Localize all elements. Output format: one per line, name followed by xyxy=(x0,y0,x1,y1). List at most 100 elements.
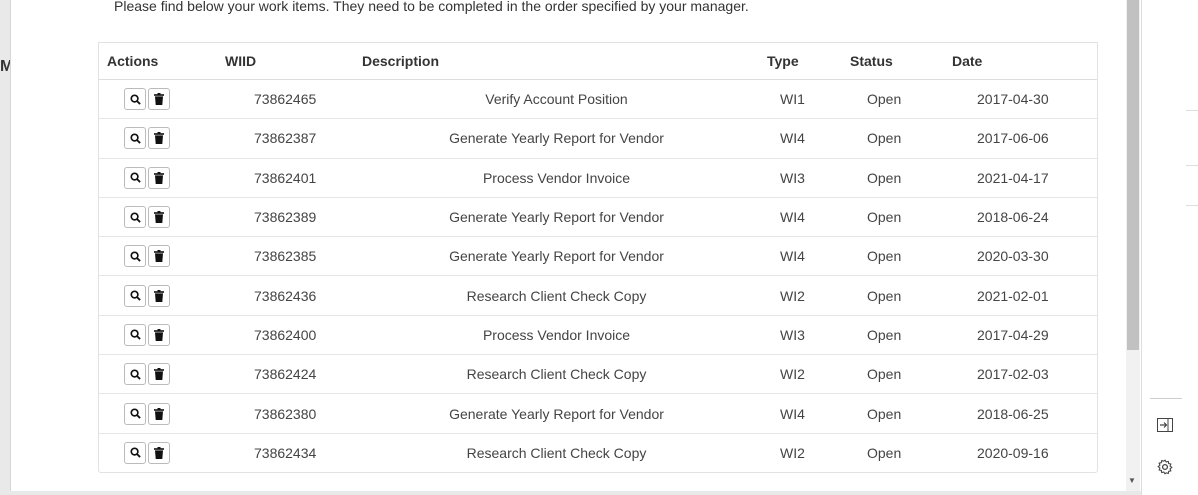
cell-description: Generate Yearly Report for Vendor xyxy=(354,196,759,237)
delete-button[interactable] xyxy=(148,206,170,229)
search-icon xyxy=(129,369,141,380)
cell-description: Generate Yearly Report for Vendor xyxy=(354,236,759,276)
cell-wiid: 73862434 xyxy=(217,432,354,472)
view-button[interactable] xyxy=(124,166,146,189)
work-items-table: Actions WIID Description Type Status Dat… xyxy=(99,43,1097,472)
delete-button[interactable] xyxy=(148,323,170,346)
header-description: Description xyxy=(354,43,759,80)
table-row: 73862389 Generate Yearly Report for Vendo… xyxy=(99,196,1097,237)
delete-button[interactable] xyxy=(148,166,170,189)
cell-wiid: 73862389 xyxy=(217,196,354,237)
header-date: Date xyxy=(944,43,1097,80)
cell-description: Research Client Check Copy xyxy=(354,275,759,316)
search-icon xyxy=(129,94,141,105)
view-button[interactable] xyxy=(124,206,146,229)
row-actions xyxy=(99,236,217,276)
cell-type: WI4 xyxy=(759,393,842,434)
cell-description: Process Vendor Invoice xyxy=(354,314,759,355)
row-actions xyxy=(99,354,217,394)
search-icon xyxy=(129,447,141,459)
search-icon xyxy=(129,172,141,183)
table-row: 73862387 Generate Yearly Report for Vendo… xyxy=(99,118,1097,159)
delete-button[interactable] xyxy=(148,284,170,307)
search-icon xyxy=(129,133,141,144)
view-button[interactable] xyxy=(124,284,146,307)
gear-icon[interactable] xyxy=(1155,457,1175,477)
cell-status: Open xyxy=(842,354,944,394)
cell-date: 2017-02-03 xyxy=(944,354,1097,394)
table-row: 73862436 Research Client Check Copy WI2 Ope… xyxy=(99,275,1097,316)
cell-description: Process Vendor Invoice xyxy=(354,157,759,198)
cell-status: Open xyxy=(842,118,944,159)
table-row: 73862434 Research Client Check Copy WI2 Ope… xyxy=(99,432,1097,472)
cell-status: Open xyxy=(842,275,944,316)
trash-icon xyxy=(154,368,164,381)
view-button[interactable] xyxy=(124,245,146,268)
view-button[interactable] xyxy=(124,402,146,425)
view-button[interactable] xyxy=(124,363,146,386)
cell-date: 2020-09-16 xyxy=(944,432,1097,472)
delete-button[interactable] xyxy=(148,441,170,464)
delete-button[interactable] xyxy=(148,88,170,111)
table-row: 73862380 Generate Yearly Report for Vendo… xyxy=(99,393,1097,434)
table-header-row: Actions WIID Description Type Status Dat… xyxy=(99,43,1097,80)
search-icon xyxy=(129,251,141,262)
cell-type: WI4 xyxy=(759,236,842,276)
trash-icon xyxy=(154,289,164,302)
view-button[interactable] xyxy=(124,323,146,346)
row-actions xyxy=(99,157,217,198)
cell-description: Verify Account Position xyxy=(485,91,628,108)
cell-wiid: 73862424 xyxy=(217,354,354,394)
table-row: 73862385 Generate Yearly Report for Vendo… xyxy=(99,236,1097,276)
delete-button[interactable] xyxy=(148,245,170,268)
cell-description: Generate Yearly Report for Vendor xyxy=(354,393,759,434)
scroll-down-arrow-icon[interactable]: ▼ xyxy=(1128,476,1136,485)
panel-divider xyxy=(1150,398,1182,399)
row-actions xyxy=(99,196,217,237)
header-type: Type xyxy=(759,43,842,80)
cell-status: Open xyxy=(842,432,944,472)
trash-icon xyxy=(154,446,164,459)
trash-icon xyxy=(154,171,164,184)
cell-status: Open xyxy=(867,91,902,108)
header-status: Status xyxy=(842,43,944,80)
cell-date: 2017-04-29 xyxy=(944,314,1097,355)
delete-button[interactable] xyxy=(148,127,170,150)
view-button[interactable] xyxy=(124,441,146,464)
sidebar-collapse-icon[interactable] xyxy=(1155,415,1175,435)
cell-date: 2020-03-30 xyxy=(944,236,1097,276)
cell-date: 2021-04-17 xyxy=(944,157,1097,198)
view-button[interactable] xyxy=(124,88,146,111)
cell-wiid: 73862385 xyxy=(217,236,354,276)
cell-type: WI2 xyxy=(759,432,842,472)
cell-date: 2017-04-30 xyxy=(977,91,1049,108)
cell-type: WI4 xyxy=(759,196,842,237)
cell-wiid: 73862380 xyxy=(217,393,354,434)
cell-wiid: 73862436 xyxy=(217,275,354,316)
cell-description: Research Client Check Copy xyxy=(354,354,759,394)
panel-divider xyxy=(1186,165,1198,166)
panel-divider xyxy=(1186,110,1198,111)
modal-intro-text: Please find below your work items. They … xyxy=(114,0,749,14)
trash-icon xyxy=(154,93,164,106)
search-icon xyxy=(129,408,141,419)
trash-icon xyxy=(154,328,164,341)
row-actions xyxy=(99,393,217,434)
delete-button[interactable] xyxy=(148,363,170,386)
row-actions xyxy=(99,275,217,316)
cell-wiid: 73862400 xyxy=(217,314,354,355)
cell-status: Open xyxy=(842,393,944,434)
scrollbar-thumb[interactable] xyxy=(1127,0,1139,350)
cell-status: Open xyxy=(842,157,944,198)
cell-date: 2018-06-25 xyxy=(944,393,1097,434)
cell-type: WI1 xyxy=(780,91,805,108)
cell-type: WI3 xyxy=(759,314,842,355)
row-actions xyxy=(99,118,217,159)
table-row: 73862401 Process Vendor Invoice WI3 Open 202… xyxy=(99,157,1097,198)
cell-description: Generate Yearly Report for Vendor xyxy=(354,118,759,159)
view-button[interactable] xyxy=(124,127,146,150)
work-items-table-container: Actions WIID Description Type Status Dat… xyxy=(98,42,1098,473)
work-items-modal: Please find below your work items. They … xyxy=(10,0,1143,491)
delete-button[interactable] xyxy=(148,402,170,425)
search-icon xyxy=(129,211,141,223)
